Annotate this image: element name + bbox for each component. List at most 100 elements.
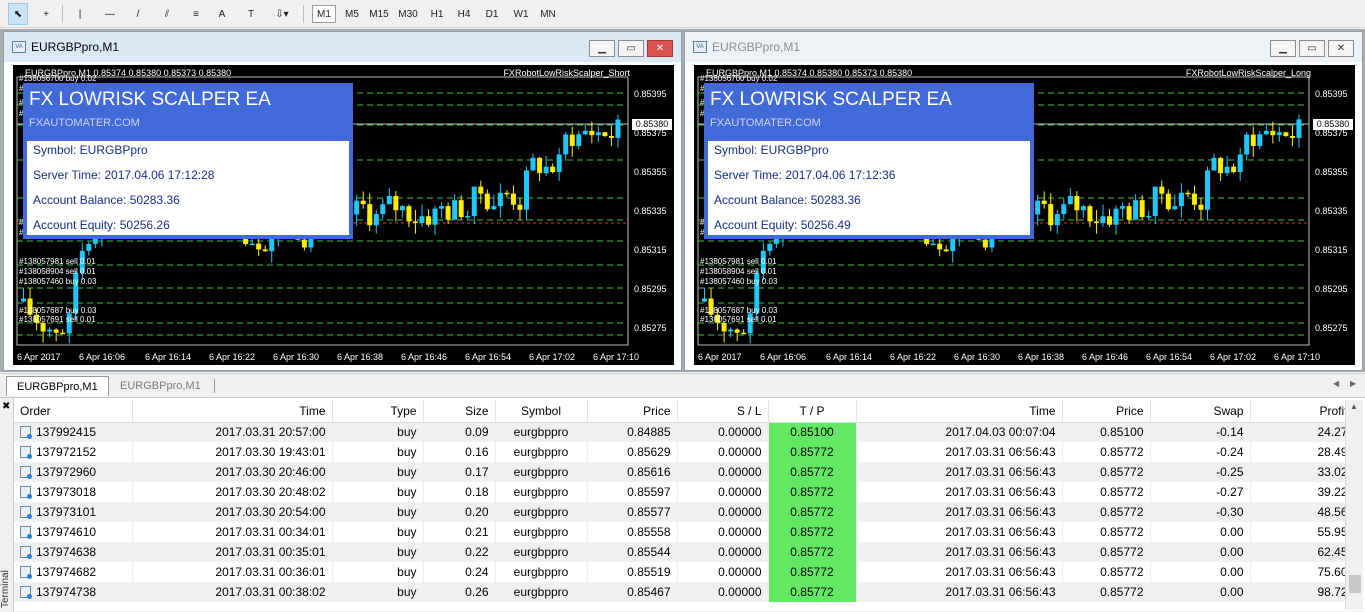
table-cell: 0.85597: [587, 482, 678, 502]
tab-chart-2[interactable]: EURGBPpro,M1: [110, 376, 211, 396]
tab-scroll-right-icon[interactable]: ▶: [1350, 379, 1356, 388]
order-number: 137973018: [36, 485, 97, 499]
table-cell: 0.85772: [768, 462, 857, 482]
candle: [582, 124, 588, 136]
text-label-tool-icon[interactable]: T: [240, 3, 262, 25]
scroll-thumb[interactable]: [1349, 575, 1361, 593]
timeframe-m1-button[interactable]: M1: [312, 5, 336, 23]
order-icon: [20, 466, 32, 479]
column-header[interactable]: S / L: [677, 400, 769, 423]
account-balance-line: Account Balance: 50283.36: [33, 193, 180, 207]
order-number: 137974682: [36, 565, 97, 579]
price-axis-tick: 0.85275: [1315, 323, 1348, 333]
column-header[interactable]: Profit: [1250, 400, 1355, 423]
close-button[interactable]: ✕: [1328, 40, 1354, 57]
table-row[interactable]: 137974638 2017.03.31 00:35:01 buy 0.22 eurgb…: [14, 542, 1355, 562]
table-row[interactable]: 137992415 2017.03.31 20:57:00 buy 0.09 eurgb…: [14, 422, 1355, 442]
column-header[interactable]: Price: [1062, 400, 1151, 423]
timeframe-d1-button[interactable]: D1: [480, 5, 504, 23]
window-titlebar[interactable]: VA EURGBPpro,M1 ▁ ▭ ✕: [685, 32, 1362, 62]
maximize-button[interactable]: ▭: [618, 40, 644, 57]
table-cell: 137974638: [14, 542, 133, 562]
equidistant-channel-tool-icon[interactable]: ⫽: [156, 3, 178, 25]
timeframe-mn-button[interactable]: MN: [536, 5, 560, 23]
timeframe-h1-button[interactable]: H1: [425, 5, 449, 23]
horizontal-line-tool-icon[interactable]: —: [100, 3, 120, 25]
close-terminal-icon[interactable]: ✖: [2, 401, 10, 412]
ea-info-panel: FX LOWRISK SCALPER EA FXAUTOMATER.COM Symb…: [23, 83, 353, 239]
table-cell: eurgbppro: [495, 422, 588, 442]
candle: [1231, 163, 1237, 174]
close-button[interactable]: ✕: [647, 40, 673, 57]
table-row[interactable]: 137973101 2017.03.30 20:54:00 buy 0.20 eurgb…: [14, 502, 1355, 522]
table-row[interactable]: 137972152 2017.03.30 19:43:01 buy 0.16 eurgb…: [14, 442, 1355, 462]
column-header[interactable]: Time: [132, 400, 333, 423]
price-axis-tick: 0.85395: [1315, 89, 1348, 99]
minimize-button[interactable]: ▁: [1270, 40, 1296, 57]
fibonacci-tool-icon[interactable]: ≡: [186, 3, 206, 25]
price-axis-tick: 0.85355: [634, 167, 667, 177]
candle: [478, 180, 484, 204]
tab-chart-1[interactable]: EURGBPpro,M1: [6, 376, 109, 396]
candle: [1257, 130, 1263, 150]
table-row[interactable]: 137974610 2017.03.31 00:34:01 buy 0.21 eurgb…: [14, 522, 1355, 542]
cursor-tool-icon[interactable]: ⬉: [8, 3, 28, 25]
table-row[interactable]: 137972960 2017.03.30 20:46:00 buy 0.17 eurgb…: [14, 462, 1355, 482]
column-header[interactable]: Time: [856, 400, 1063, 423]
price-chart[interactable]: EURGBPpro,M1 0.85374 0.85380 0.85373 0.8…: [694, 65, 1355, 365]
window-titlebar[interactable]: VA EURGBPpro,M1 ▁ ▭ ✕: [4, 32, 681, 62]
candle: [1172, 194, 1178, 211]
price-chart[interactable]: EURGBPpro,M1 0.85374 0.85380 0.85373 0.8…: [13, 65, 674, 365]
table-cell: 0.00000: [677, 502, 769, 522]
table-row[interactable]: 137974738 2017.03.31 00:38:02 buy 0.26 eurgb…: [14, 582, 1355, 602]
column-header[interactable]: Symbol: [495, 400, 588, 423]
scroll-up-icon[interactable]: ▲: [1350, 402, 1358, 411]
table-cell: 0.00000: [677, 522, 769, 542]
arrows-tool-icon[interactable]: ⇩▾: [266, 3, 298, 25]
chart-window-long[interactable]: VA EURGBPpro,M1 ▁ ▭ ✕ EURGBPpro,M1 0.853…: [684, 31, 1363, 371]
order-number: 137974638: [36, 545, 97, 559]
ea-name-label: FXRobotLowRiskScalper_Long: [1185, 68, 1311, 78]
text-tool-icon[interactable]: A: [212, 3, 232, 25]
price-axis-tick: 0.85275: [634, 323, 667, 333]
maximize-button[interactable]: ▭: [1299, 40, 1325, 57]
chart-window-short[interactable]: VA EURGBPpro,M1 ▁ ▭ ✕ EURGBPpro,M1 0.853…: [3, 31, 682, 371]
crosshair-tool-icon[interactable]: +: [34, 3, 58, 25]
column-header[interactable]: Type: [332, 400, 424, 423]
table-row[interactable]: 137973018 2017.03.30 20:48:02 buy 0.18 eurgb…: [14, 482, 1355, 502]
timeframe-m30-button[interactable]: M30: [396, 5, 420, 23]
minimize-button[interactable]: ▁: [589, 40, 615, 57]
column-header[interactable]: Order: [14, 400, 133, 423]
table-cell: 2017.03.31 06:56:43: [856, 502, 1063, 522]
vertical-scrollbar[interactable]: ▲: [1345, 400, 1363, 610]
order-tag: #138057691 sell 0.01: [19, 315, 96, 324]
terminal-side-strip: ✖ Terminal: [0, 398, 14, 612]
timeframe-w1-button[interactable]: W1: [509, 5, 533, 23]
timeframe-m5-button[interactable]: M5: [340, 5, 364, 23]
table-cell: -0.14: [1150, 422, 1251, 442]
table-row[interactable]: 137974682 2017.03.31 00:36:01 buy 0.24 eurgb…: [14, 562, 1355, 582]
table-cell: -0.25: [1150, 462, 1251, 482]
trendline-tool-icon[interactable]: /: [128, 3, 148, 25]
vertical-line-tool-icon[interactable]: |: [72, 3, 88, 25]
timeframe-m15-button[interactable]: M15: [367, 5, 391, 23]
table-cell: 0.85629: [587, 442, 678, 462]
column-header[interactable]: Size: [423, 400, 496, 423]
candle: [1237, 147, 1243, 181]
candle: [1146, 210, 1152, 221]
candle: [943, 245, 949, 252]
timeframe-h4-button[interactable]: H4: [452, 5, 476, 23]
window-title: EURGBPpro,M1: [31, 40, 120, 54]
table-cell: 2017.03.31 00:36:01: [132, 562, 333, 582]
column-header[interactable]: T / P: [768, 400, 857, 423]
column-header[interactable]: Swap: [1150, 400, 1251, 423]
tab-scroll-left-icon[interactable]: ◀: [1333, 379, 1339, 388]
table-cell: 75.60: [1250, 562, 1355, 582]
current-price-marker: 0.85380: [632, 119, 672, 130]
candle: [301, 238, 307, 251]
candle: [60, 329, 66, 335]
candle: [465, 210, 471, 221]
candle: [86, 241, 92, 256]
column-header[interactable]: Price: [587, 400, 678, 423]
candle: [1087, 204, 1093, 228]
